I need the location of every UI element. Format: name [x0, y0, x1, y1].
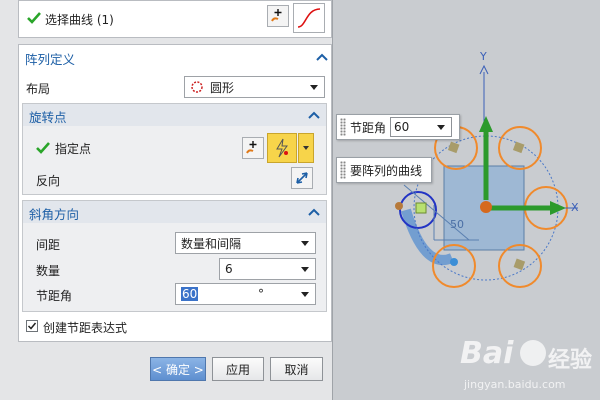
- curve-to-pattern-tip[interactable]: 要阵列的曲线: [336, 157, 432, 183]
- chevron-up-icon[interactable]: [307, 110, 321, 120]
- rotation-point-panel: 旋转点 指定点 反向: [22, 103, 327, 195]
- checkmark-icon: [36, 141, 50, 155]
- layout-label: 布局: [26, 82, 51, 96]
- chevron-down-icon: [437, 125, 446, 130]
- select-curve-label: 选择曲线 (1): [45, 13, 114, 27]
- chevron-down-icon: [301, 292, 309, 297]
- chevron-up-icon[interactable]: [315, 52, 329, 62]
- chevron-down-icon: [301, 267, 309, 272]
- pitch-angle-input[interactable]: 60 °: [175, 283, 316, 305]
- pitch-angle-tip-label: 节距角: [350, 120, 387, 135]
- pitch-angle-label: 节距角: [36, 289, 73, 303]
- rotation-point-title: 旋转点: [29, 110, 67, 125]
- checkmark-icon: [27, 11, 41, 25]
- watermark-brand: Bai: [460, 336, 514, 371]
- apply-button[interactable]: 应用: [212, 357, 264, 381]
- circle-layout-icon: [191, 81, 203, 93]
- point-dialog-button[interactable]: [242, 137, 264, 159]
- specify-point-label: 指定点: [55, 142, 92, 156]
- create-expression-label: 创建节距表达式: [43, 321, 128, 335]
- reverse-direction-button[interactable]: [291, 167, 313, 189]
- count-label: 数量: [36, 264, 61, 278]
- point-type-dropdown[interactable]: [298, 133, 314, 163]
- create-expression-checkbox[interactable]: [26, 320, 38, 332]
- layout-select-value: 圆形: [210, 80, 235, 95]
- angle-direction-title: 斜角方向: [29, 207, 80, 222]
- pattern-definition-title: 阵列定义: [25, 52, 76, 67]
- select-curve-button[interactable]: [267, 5, 289, 27]
- dimension-label: 50: [450, 218, 464, 231]
- count-value: 6: [225, 262, 233, 276]
- chevron-down-icon: [310, 85, 318, 90]
- graphics-viewport[interactable]: Y X 50 节距角 60 要阵列的曲线 Bai 经验 jingyan.baid…: [334, 0, 600, 400]
- watermark-brand-suffix: 经验: [548, 348, 593, 373]
- pitch-angle-tip[interactable]: 节距角 60: [336, 114, 460, 140]
- chevron-up-icon[interactable]: [307, 207, 321, 217]
- pitch-angle-value[interactable]: 60: [181, 287, 199, 301]
- pitch-angle-unit: °: [258, 287, 264, 301]
- pitch-angle-tip-input[interactable]: 60: [390, 117, 453, 137]
- reverse-label: 反向: [36, 174, 61, 188]
- chevron-down-icon: [303, 146, 309, 150]
- spacing-select[interactable]: 数量和间隔: [175, 232, 316, 254]
- add-selection-icon: [271, 9, 282, 22]
- select-curve-panel: 选择曲线 (1): [18, 0, 332, 38]
- spacing-label: 间距: [36, 238, 61, 252]
- layout-select[interactable]: 圆形: [184, 76, 325, 98]
- count-input[interactable]: 6: [219, 258, 316, 280]
- inferred-point-button[interactable]: [267, 133, 297, 163]
- cancel-button[interactable]: 取消: [270, 357, 323, 381]
- origin-ball: [480, 201, 492, 213]
- s-curve-icon: [297, 8, 321, 28]
- ok-button[interactable]: < 确定 >: [150, 357, 206, 381]
- add-point-icon: [246, 141, 257, 154]
- reverse-direction-icon: [296, 172, 308, 184]
- paw-icon: [520, 340, 546, 366]
- spacing-select-value: 数量和间隔: [181, 236, 242, 251]
- watermark-url: jingyan.baidu.com: [464, 378, 566, 391]
- axis-y-label: Y: [480, 50, 487, 63]
- chevron-down-icon: [301, 241, 309, 246]
- pattern-curve-dialog: 选择曲线 (1) 阵列定义 布局 圆形 旋转点 指定点 反向 斜角方向 间距 数…: [0, 0, 333, 400]
- curve-type-button[interactable]: [293, 3, 325, 33]
- checkbox-check-icon: [27, 322, 37, 330]
- curve-to-pattern-tip-label: 要阵列的曲线: [350, 163, 423, 178]
- angle-direction-panel: 斜角方向 间距 数量和间隔 数量 6 节距角 60 °: [22, 200, 327, 312]
- lightning-point-icon: [276, 138, 288, 158]
- axis-x-label: X: [571, 201, 579, 214]
